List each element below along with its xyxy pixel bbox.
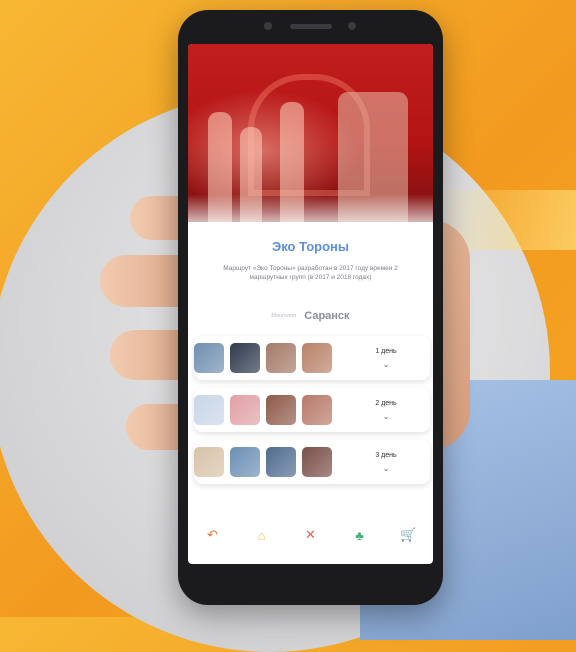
day-thumbnail[interactable] bbox=[266, 343, 296, 373]
chevron-down-icon[interactable]: ⌄ bbox=[378, 360, 394, 369]
day-thumbnail[interactable] bbox=[194, 447, 224, 477]
switch-option-on[interactable]: Саранск bbox=[304, 310, 349, 322]
day-thumbnail[interactable] bbox=[194, 343, 224, 373]
route-description: Маршрут «Эко Тороны» разработан в 2017 г… bbox=[223, 265, 398, 281]
thumbnail-strip bbox=[194, 343, 332, 373]
page-title: Эко Тороны bbox=[271, 239, 350, 254]
phone-device: Эко Тороны Маршрут «Эко Тороны» разработ… bbox=[178, 10, 443, 605]
hero-fade bbox=[188, 194, 433, 234]
day-thumbnail[interactable] bbox=[302, 343, 332, 373]
day-card[interactable]: 3 день ⌄ bbox=[194, 440, 430, 484]
day-thumbnail[interactable] bbox=[302, 395, 332, 425]
day-thumbnail[interactable] bbox=[266, 447, 296, 477]
day-thumbnail[interactable] bbox=[230, 395, 260, 425]
location-switch[interactable]: Монголия Саранск bbox=[188, 304, 433, 328]
bottom-navigation: ↶ ⌂ ✕ ♣ 🛒 bbox=[188, 520, 433, 550]
thumbnail-strip bbox=[194, 447, 332, 477]
chevron-down-icon[interactable]: ⌄ bbox=[378, 412, 394, 421]
day-thumbnail[interactable] bbox=[302, 447, 332, 477]
day-thumbnail[interactable] bbox=[230, 343, 260, 373]
app-screen: Эко Тороны Маршрут «Эко Тороны» разработ… bbox=[188, 44, 433, 564]
back-icon[interactable]: ↶ bbox=[201, 523, 225, 547]
cart-icon[interactable]: 🛒 bbox=[397, 523, 421, 547]
day-thumbnail[interactable] bbox=[194, 395, 224, 425]
tools-icon[interactable]: ✕ bbox=[299, 523, 323, 547]
day-label: 3 день bbox=[375, 452, 397, 459]
home-icon[interactable]: ⌂ bbox=[250, 523, 274, 547]
day-card[interactable]: 1 день ⌄ bbox=[194, 336, 430, 380]
phone-top-bezel bbox=[178, 10, 443, 44]
day-list: 1 день ⌄ 2 день ⌄ 3 день ⌄ bbox=[194, 336, 430, 492]
sensor-icon bbox=[348, 22, 356, 30]
day-card[interactable]: 2 день ⌄ bbox=[194, 388, 430, 432]
day-thumbnail[interactable] bbox=[230, 447, 260, 477]
chevron-down-icon[interactable]: ⌄ bbox=[378, 464, 394, 473]
front-camera-icon bbox=[264, 22, 272, 30]
switch-option-off[interactable]: Монголия bbox=[271, 313, 296, 319]
speaker-grille bbox=[290, 24, 332, 29]
day-label: 1 день bbox=[375, 348, 397, 355]
tree-icon[interactable]: ♣ bbox=[348, 523, 372, 547]
day-label: 2 день bbox=[375, 400, 397, 407]
thumbnail-strip bbox=[194, 395, 332, 425]
day-thumbnail[interactable] bbox=[266, 395, 296, 425]
